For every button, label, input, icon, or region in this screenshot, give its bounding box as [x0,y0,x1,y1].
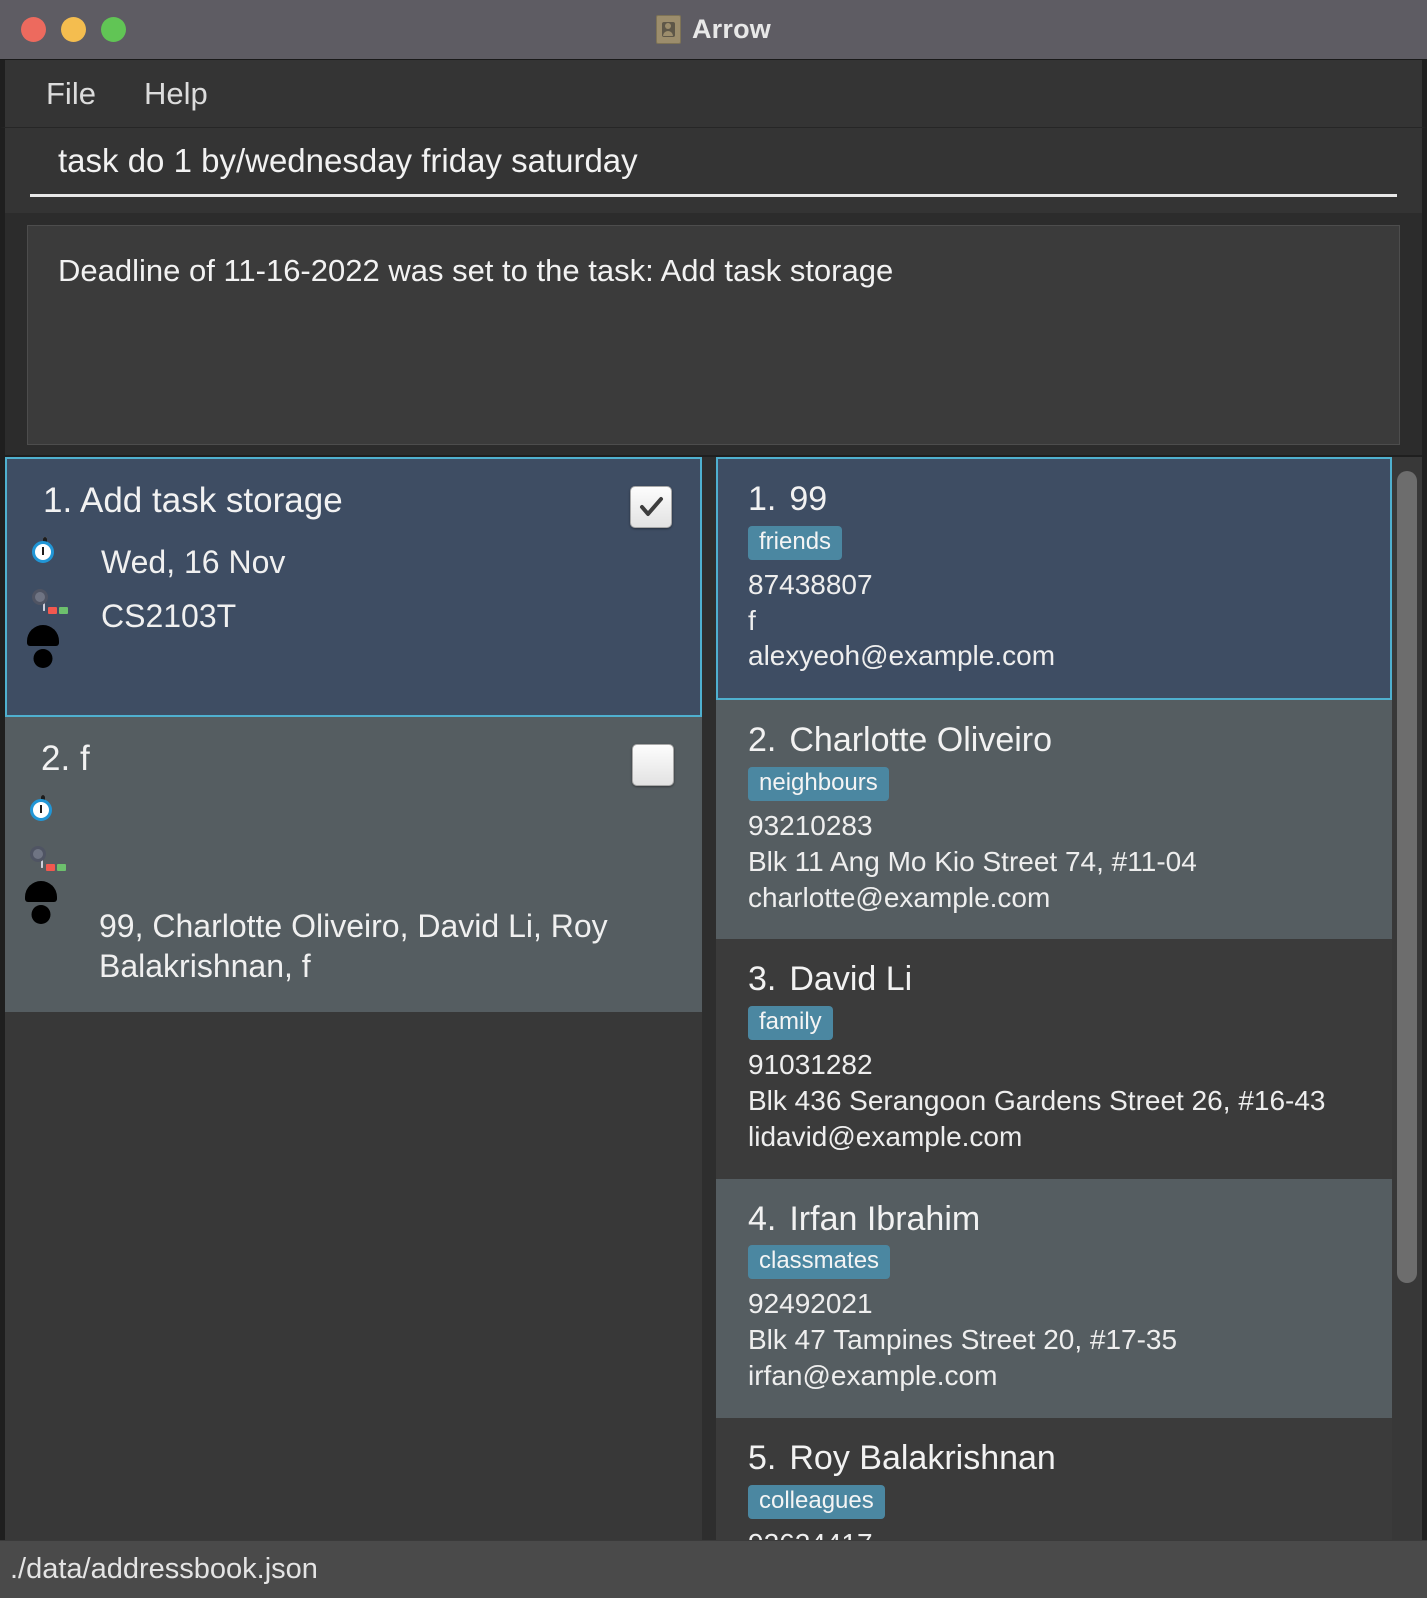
contact-phone: 87438807 [748,568,873,600]
contact-name: Irfan Ibrahim [789,1199,981,1238]
contact-list-item[interactable]: 4. Irfan Ibrahim classmates 92492021 Blk … [716,1178,1392,1418]
contact-phone: 91031282 [748,1049,873,1081]
contact-name: Charlotte Oliveiro [789,721,1053,760]
task-people: 99, Charlotte Oliveiro, David Li, Roy Ba… [99,908,608,984]
status-bar: ./data/addressbook.json [0,1540,1427,1598]
task-deadline-row: Wed, 16 Nov [32,537,672,582]
contact-name: Roy Balakrishnan [789,1438,1056,1477]
task-header: 1. Add task storage [43,481,672,528]
contact-name-row: 1. 99 [748,481,1390,518]
task-list-item[interactable]: 2. f 99, Charlotte Oliveiro, David Li, R… [5,717,702,1012]
command-input[interactable] [30,128,1397,197]
contact-email: irfan@example.com [748,1359,998,1391]
contact-list: 1. 99 friends 87438807 f alexyeoh@example… [716,457,1392,1540]
scrollbar-thumb[interactable] [1397,471,1417,1283]
person-icon [43,647,87,689]
address-book-icon [655,15,681,44]
task-module-row [30,846,674,892]
contact-email: alexyeoh@example.com [748,640,1056,672]
task-title: 1. Add task storage [43,481,363,520]
task-deadline: Wed, 16 Nov [101,544,286,580]
contact-tag: friends [748,525,843,560]
minimize-window-button[interactable] [61,17,86,42]
window-controls [0,17,126,42]
contact-index: 1. [748,480,777,518]
app-window: Arrow File Help Deadline of 11-16-2022 w… [0,0,1427,1598]
contact-list-scrollbar[interactable] [1392,457,1422,1540]
contact-name: David Li [789,960,913,999]
contact-name-row: 3. David Li [748,961,1392,998]
contact-tag: classmates [748,1245,891,1280]
contact-phone: 93210283 [748,809,873,841]
contact-address: f [748,604,756,636]
contact-address: Blk 47 Tampines Street 20, #17-35 [748,1324,1178,1356]
check-icon [640,497,663,516]
task-module-row: CS2103T [32,589,672,636]
menu-item-help[interactable]: Help [144,78,208,109]
contact-name-row: 2. Charlotte Oliveiro [748,722,1392,759]
task-people-row [43,647,672,689]
task-list-item[interactable]: 1. Add task storage Wed, 16 Nov CS2103T [5,457,702,717]
result-display-container: Deadline of 11-16-2022 was set to the ta… [0,213,1427,455]
calendar-clock-icon [32,537,87,581]
task-header: 2. f [41,739,674,786]
person-icon [41,903,85,945]
contact-list-item[interactable]: 3. David Li family 91031282 Blk 436 Seran… [716,939,1392,1179]
menu-item-file[interactable]: File [46,78,96,109]
result-display-message: Deadline of 11-16-2022 was set to the ta… [27,225,1400,445]
contact-tag: neighbours [748,766,889,801]
pane-divider[interactable] [702,457,716,1540]
task-index: 2. [41,739,71,778]
contact-phone: 92492021 [748,1288,873,1320]
main-panes: 1. Add task storage Wed, 16 Nov CS2103T … [0,455,1427,1540]
contact-name-row: 5. Roy Balakrishnan [748,1438,1392,1477]
contact-list-item[interactable]: 2. Charlotte Oliveiro neighbours 93210283… [716,700,1392,940]
contact-list-item[interactable]: 1. 99 friends 87438807 f alexyeoh@example… [716,457,1392,701]
menu-bar: File Help [0,60,1427,128]
task-deadline-row [30,795,674,839]
contact-index: 3. [748,960,777,999]
command-box-container [0,128,1427,213]
contact-email: charlotte@example.com [748,881,1051,913]
contact-tag: family [748,1006,833,1041]
title-bar: Arrow [0,0,1427,60]
task-done-checkbox[interactable] [630,486,672,528]
window-title: Arrow [691,14,771,44]
task-name: f [79,739,90,778]
contact-address: Blk 436 Serangoon Gardens Street 26, #16… [748,1084,1326,1116]
window-title-group: Arrow [0,0,1427,59]
contact-name: 99 [789,480,828,518]
task-module: CS2103T [101,598,237,634]
maximize-window-button[interactable] [101,17,126,42]
contact-address: Blk 11 Ang Mo Kio Street 74, #11-04 [748,845,1197,877]
task-title: 2. f [41,739,110,778]
calendar-clock-icon [30,795,85,839]
contact-index: 2. [748,721,777,760]
task-people-row: 99, Charlotte Oliveiro, David Li, Roy Ba… [41,903,674,986]
contact-email: lidavid@example.com [748,1120,1023,1152]
task-name: Add task storage [80,481,343,520]
close-window-button[interactable] [21,17,46,42]
contact-list-item[interactable]: 5.Roy Balakrishnan colleagues 92624417 B… [716,1417,1392,1540]
contact-index: 4. [748,1199,777,1238]
task-index: 1. [43,481,73,520]
contact-phone: 92624417 [748,1526,1392,1540]
task-list-panel[interactable]: 1. Add task storage Wed, 16 Nov CS2103T … [5,457,702,1540]
task-done-checkbox[interactable] [632,744,674,786]
contact-tag: colleagues [748,1484,885,1519]
contact-name-row: 4. Irfan Ibrahim [748,1199,1392,1238]
status-bar-path: ./data/addressbook.json [10,1553,318,1585]
contact-index: 5. [748,1438,777,1477]
contact-list-panel[interactable]: 1. 99 friends 87438807 f alexyeoh@example… [716,457,1422,1540]
